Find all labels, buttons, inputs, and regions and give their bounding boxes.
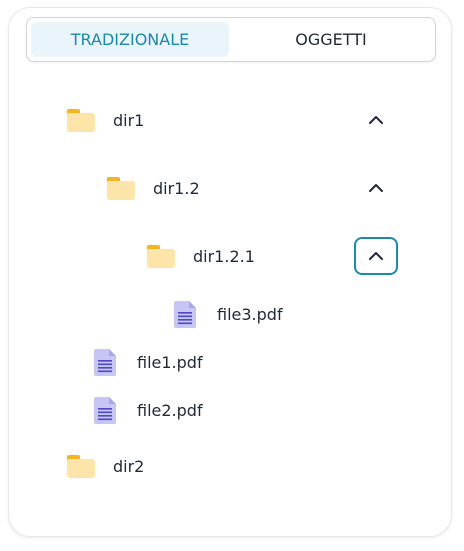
folder-icon [147, 244, 175, 268]
folder-icon [67, 108, 95, 132]
tree-item-label: file3.pdf [217, 304, 283, 324]
tree-item-label: file1.pdf [137, 352, 203, 372]
collapse-dir1-2-button[interactable] [354, 169, 398, 207]
tree-item-label: dir1.2.1 [193, 246, 255, 266]
tree-item-file3[interactable]: file3.pdf [174, 294, 283, 334]
pdf-file-icon [94, 396, 116, 424]
folder-icon [107, 176, 135, 200]
folder-icon [67, 454, 95, 478]
tree-item-file2[interactable]: file2.pdf [94, 390, 203, 430]
tree-item-label: dir2 [113, 456, 145, 476]
pdf-file-icon [94, 348, 116, 376]
tree-item-label: dir1 [113, 110, 145, 130]
chevron-up-icon [369, 184, 383, 192]
tree-item-dir1[interactable]: dir1 [67, 100, 144, 140]
collapse-dir1-2-1-button[interactable] [354, 237, 398, 275]
chevron-up-icon [369, 252, 383, 260]
tree-item-label: file2.pdf [137, 400, 203, 420]
chevron-up-icon [369, 116, 383, 124]
view-mode-tabs: TRADIZIONALE OGGETTI [26, 17, 436, 62]
tree-item-file1[interactable]: file1.pdf [94, 342, 203, 382]
tab-objects[interactable]: OGGETTI [232, 22, 430, 57]
tree-item-dir2[interactable]: dir2 [67, 446, 144, 486]
pdf-file-icon [174, 300, 196, 328]
tree-item-dir1-2[interactable]: dir1.2 [107, 168, 200, 208]
tree-item-dir1-2-1[interactable]: dir1.2.1 [147, 236, 255, 276]
tree-item-label: dir1.2 [153, 178, 200, 198]
collapse-dir1-button[interactable] [354, 101, 398, 139]
tab-traditional[interactable]: TRADIZIONALE [31, 22, 229, 57]
